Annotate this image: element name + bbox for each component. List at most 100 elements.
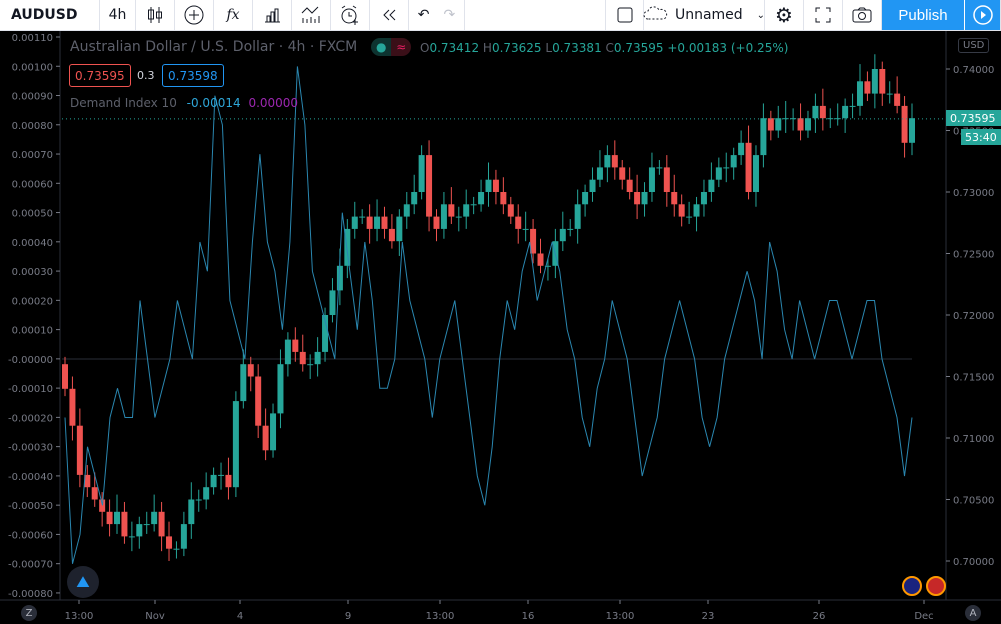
redo-icon[interactable]: ↷ [444,7,456,23]
open-value: 0.73412 [429,41,480,55]
save-layout-button[interactable]: Unnamed ⌄ [643,0,765,30]
undo-redo-group: ↶ ↷ [409,0,465,30]
candle-body [790,118,797,120]
candle-body [470,204,477,206]
candle-body [775,118,782,131]
candle-body [232,401,239,488]
candles-icon[interactable] [136,0,175,30]
zoom-z-button[interactable]: Z [21,605,37,621]
candle-body [388,228,395,242]
candle-body [582,192,589,205]
candle-body [559,228,566,242]
candle-body [596,167,603,180]
fullscreen-icon[interactable] [804,0,843,30]
indicator-axis-label: -0.00040 [8,472,53,483]
candle-body [203,487,210,500]
indicator-axis-label: -0.00060 [8,530,53,541]
alert-icon[interactable] [331,0,370,30]
indicator-axis-label: 0.00100 [12,62,53,73]
candle-body [426,155,433,217]
chart-properties-icon[interactable] [292,0,331,30]
templates-icon[interactable] [253,0,292,30]
symbol-search-button[interactable]: AUDUSD [0,0,100,30]
candle-body [745,142,752,192]
candle-body [166,536,173,549]
candle-body [879,69,886,94]
indicator-legend: Demand Index 10 -0.00014 0.00000 [70,96,298,110]
snapshot-camera-icon[interactable] [843,0,882,30]
candle-body [143,524,150,526]
candle-body [69,388,76,426]
candle-body [106,511,113,525]
buy-button[interactable]: 0.73598 [162,64,224,87]
publish-button[interactable]: Publish [882,0,964,30]
currency-label[interactable]: USD [958,38,990,53]
price-axis-label: 0.70000 [953,557,994,568]
candle-body [403,204,410,217]
indicator-axis-label: 0.00050 [12,209,53,220]
candle-body [218,474,225,476]
candle-body [760,118,767,156]
time-axis-label: 13:00 [65,611,94,622]
undo-icon[interactable]: ↶ [418,7,430,23]
candle-body [819,105,826,119]
candle-body [314,351,321,365]
change-value: +0.00183 (+0.25%) [667,41,789,55]
price-chart[interactable]: 0.00110 0.00100 0.00090 0.00080 0.00070 0.000… [0,31,1001,624]
candle-body [522,228,529,230]
candle-body [411,192,418,205]
candle-body [351,216,358,229]
tradingview-logo-icon[interactable]: ⛰ [67,566,99,598]
candle-body [151,511,158,525]
compare-icon[interactable] [175,0,214,30]
market-status: ● ≈ [371,38,412,56]
candle-body [715,167,722,180]
candle-body [366,216,373,229]
play-icon[interactable] [964,0,1001,30]
candle-body [738,142,745,156]
replay-icon[interactable] [370,0,409,30]
time-axis-label: 4 [237,611,243,622]
auto-scale-button[interactable]: A [965,605,981,621]
demand-index-line [64,66,913,564]
indicator-axis-label: -0.00020 [8,413,53,424]
low-value: 0.73381 [552,41,602,55]
spread-value: 0.3 [137,69,155,82]
time-axis-label: 13:00 [426,611,455,622]
candle-body [270,413,277,451]
price-axis-label: 0.71500 [953,373,994,384]
indicator-axis-label: 0.00060 [12,179,53,190]
candle-body [693,204,700,217]
time-axis-label: 23 [702,611,715,622]
candle-body [418,155,425,192]
candle-body [886,93,893,95]
settings-gear-icon[interactable]: ⚙ [765,0,804,30]
candle-body [91,487,98,500]
interval-button[interactable]: 4h [100,0,136,30]
candle-body [804,118,811,131]
us-event-flag-icon[interactable] [926,576,946,596]
indicator-axis-label: -0.00050 [8,501,53,512]
candle-body [604,155,611,168]
candle-body [180,524,187,549]
candle-body [99,499,106,512]
candle-body [433,216,440,229]
indicator-axis-label: -0.00080 [8,589,53,600]
candle-body [752,155,759,192]
indicator-axis-label: 0.00010 [12,326,53,337]
candle-body [663,167,670,192]
candle-body [240,364,247,402]
time-axis-label: 16 [522,611,535,622]
candle-body [62,364,68,389]
candle-body [797,118,804,131]
candle-body [619,167,626,180]
candle-body [901,105,908,143]
candle-body [678,204,685,217]
chevron-down-icon[interactable]: ⌄ [757,10,765,21]
indicators-icon[interactable]: fx [214,0,253,30]
sell-button[interactable]: 0.73595 [69,64,131,87]
layout-select-icon[interactable] [605,0,644,30]
symbol-title: Australian Dollar / U.S. Dollar · 4h · F… [70,39,358,55]
candle-body [626,179,633,192]
australia-event-flag-icon[interactable] [902,576,922,596]
